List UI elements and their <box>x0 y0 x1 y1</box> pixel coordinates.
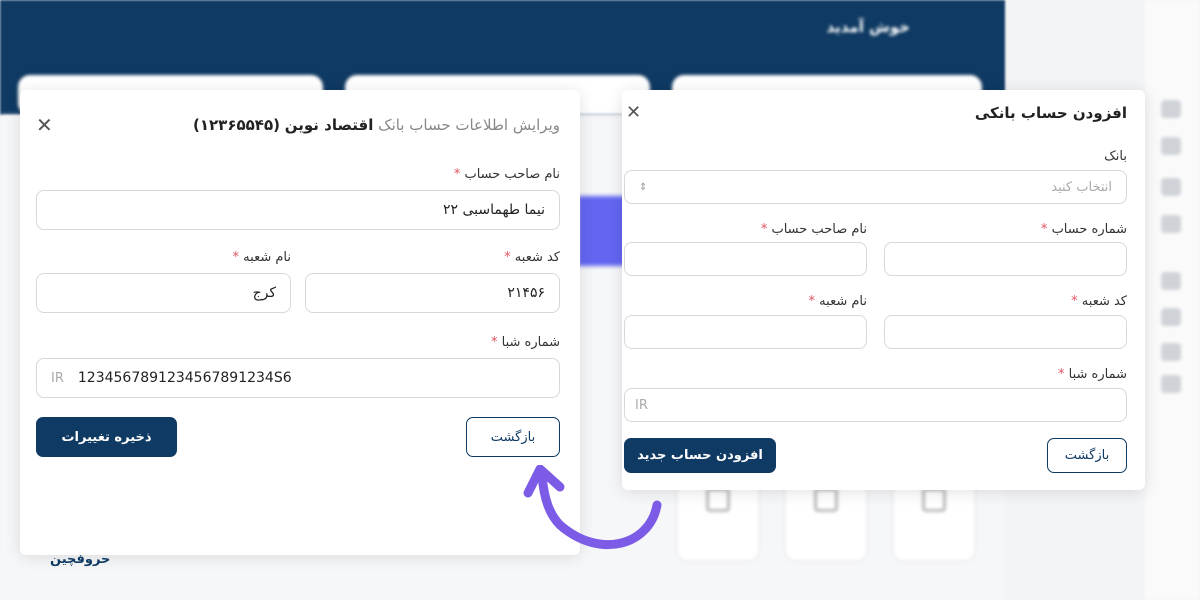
close-icon[interactable]: ✕ <box>626 102 641 123</box>
edit-bank-account-modal: ویرایش اطلاعات حساب بانک اقتصاد نوین (۱۲… <box>20 90 580 555</box>
chevron-updown-icon: ⇕ <box>639 181 648 193</box>
logo: حروفچین <box>50 552 111 567</box>
modal-title: افزودن حساب بانکی <box>974 104 1127 122</box>
iban-label: شماره شبا * <box>490 335 560 350</box>
add-bank-account-modal: افزودن حساب بانکی ✕ بانک انتخاب کنید ⇕ ش… <box>622 90 1145 490</box>
dashboard-sidebar <box>1145 0 1200 600</box>
branch-code-label: کد شعبه * <box>504 250 560 265</box>
back-button[interactable]: بازگشت <box>1047 438 1127 473</box>
bank-label: بانک <box>1104 149 1127 164</box>
save-changes-button[interactable]: ذخیره تغییرات <box>36 417 177 457</box>
holder-input[interactable] <box>624 242 867 276</box>
branch-name-input[interactable]: کرج <box>36 273 291 313</box>
branch-code-input[interactable] <box>884 315 1127 349</box>
account-number-label: شماره حساب * <box>1040 222 1127 237</box>
branch-name-label: نام شعبه * <box>808 294 867 309</box>
holder-label: نام صاحب حساب * <box>760 222 867 237</box>
dashboard-banner <box>578 196 628 266</box>
branch-name-label: نام شعبه * <box>232 250 291 265</box>
back-button[interactable]: بازگشت <box>466 417 560 457</box>
holder-input[interactable]: نیما طهماسبی ۲۲ <box>36 190 560 230</box>
curved-arrow-icon <box>523 465 662 550</box>
account-number-input[interactable] <box>884 242 1127 276</box>
iban-label: شماره شبا * <box>1057 367 1127 382</box>
bank-select[interactable]: انتخاب کنید ⇕ <box>624 170 1127 204</box>
branch-code-input[interactable]: ۲۱۴۵۶ <box>305 273 560 313</box>
iban-input[interactable]: IR 1234567891234567891234S6 <box>36 358 560 398</box>
iban-input[interactable]: IR <box>624 388 1127 422</box>
welcome-text: خوش آمدید <box>826 18 910 36</box>
holder-label: نام صاحب حساب * <box>453 167 560 182</box>
branch-code-label: کد شعبه * <box>1071 294 1127 309</box>
branch-name-input[interactable] <box>624 315 867 349</box>
modal-title: ویرایش اطلاعات حساب بانک اقتصاد نوین (۱۲… <box>193 116 560 134</box>
close-icon[interactable]: ✕ <box>36 113 53 137</box>
